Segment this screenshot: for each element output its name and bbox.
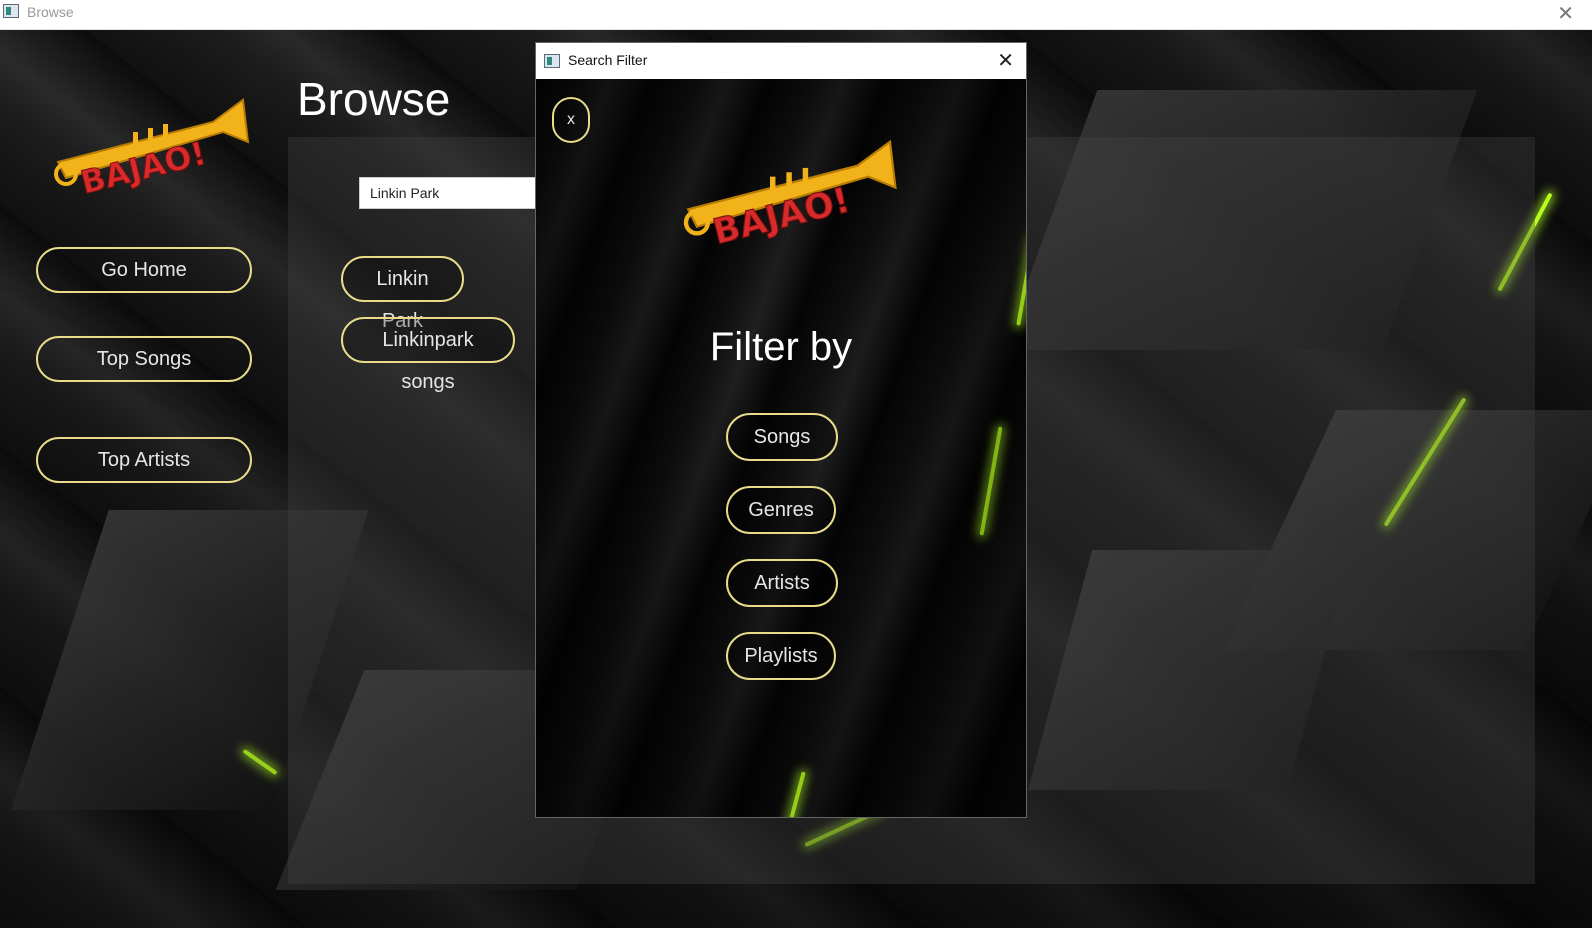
search-filter-dialog: Search Filter ✕ x BAJAO! Filter by Songs… (535, 42, 1027, 818)
page-title: Browse (297, 73, 451, 125)
window-titlebar: Browse ✕ (0, 0, 1592, 30)
top-songs-button[interactable]: Top Songs (36, 336, 252, 382)
top-artists-button[interactable]: Top Artists (36, 437, 252, 483)
result-linkin-park[interactable]: Linkin Park (341, 256, 464, 332)
filter-genres-button[interactable]: Genres (726, 486, 836, 534)
window-title: Browse (27, 4, 74, 20)
dialog-close-icon[interactable]: ✕ (997, 48, 1014, 72)
result-linkinpark-songs[interactable]: Linkinpark songs (341, 317, 515, 393)
dialog-body: x BAJAO! Filter by Songs Genres Artists … (536, 79, 1026, 817)
app-icon (3, 4, 19, 18)
search-input[interactable] (359, 177, 539, 209)
filter-songs-button[interactable]: Songs (726, 413, 838, 461)
go-home-button[interactable]: Go Home (36, 247, 252, 293)
dialog-title: Search Filter (568, 52, 648, 68)
dialog-x-button[interactable]: x (552, 97, 590, 143)
dialog-bajao-logo: BAJAO! (683, 139, 897, 253)
dialog-app-icon (544, 54, 560, 68)
filter-heading: Filter by (709, 325, 853, 369)
dialog-titlebar: Search Filter ✕ (536, 43, 1026, 79)
filter-playlists-button[interactable]: Playlists (726, 632, 836, 680)
window-close-icon[interactable]: ✕ (1557, 1, 1574, 25)
filter-artists-button[interactable]: Artists (726, 559, 838, 607)
bajao-logo: BAJAO! (54, 98, 250, 202)
